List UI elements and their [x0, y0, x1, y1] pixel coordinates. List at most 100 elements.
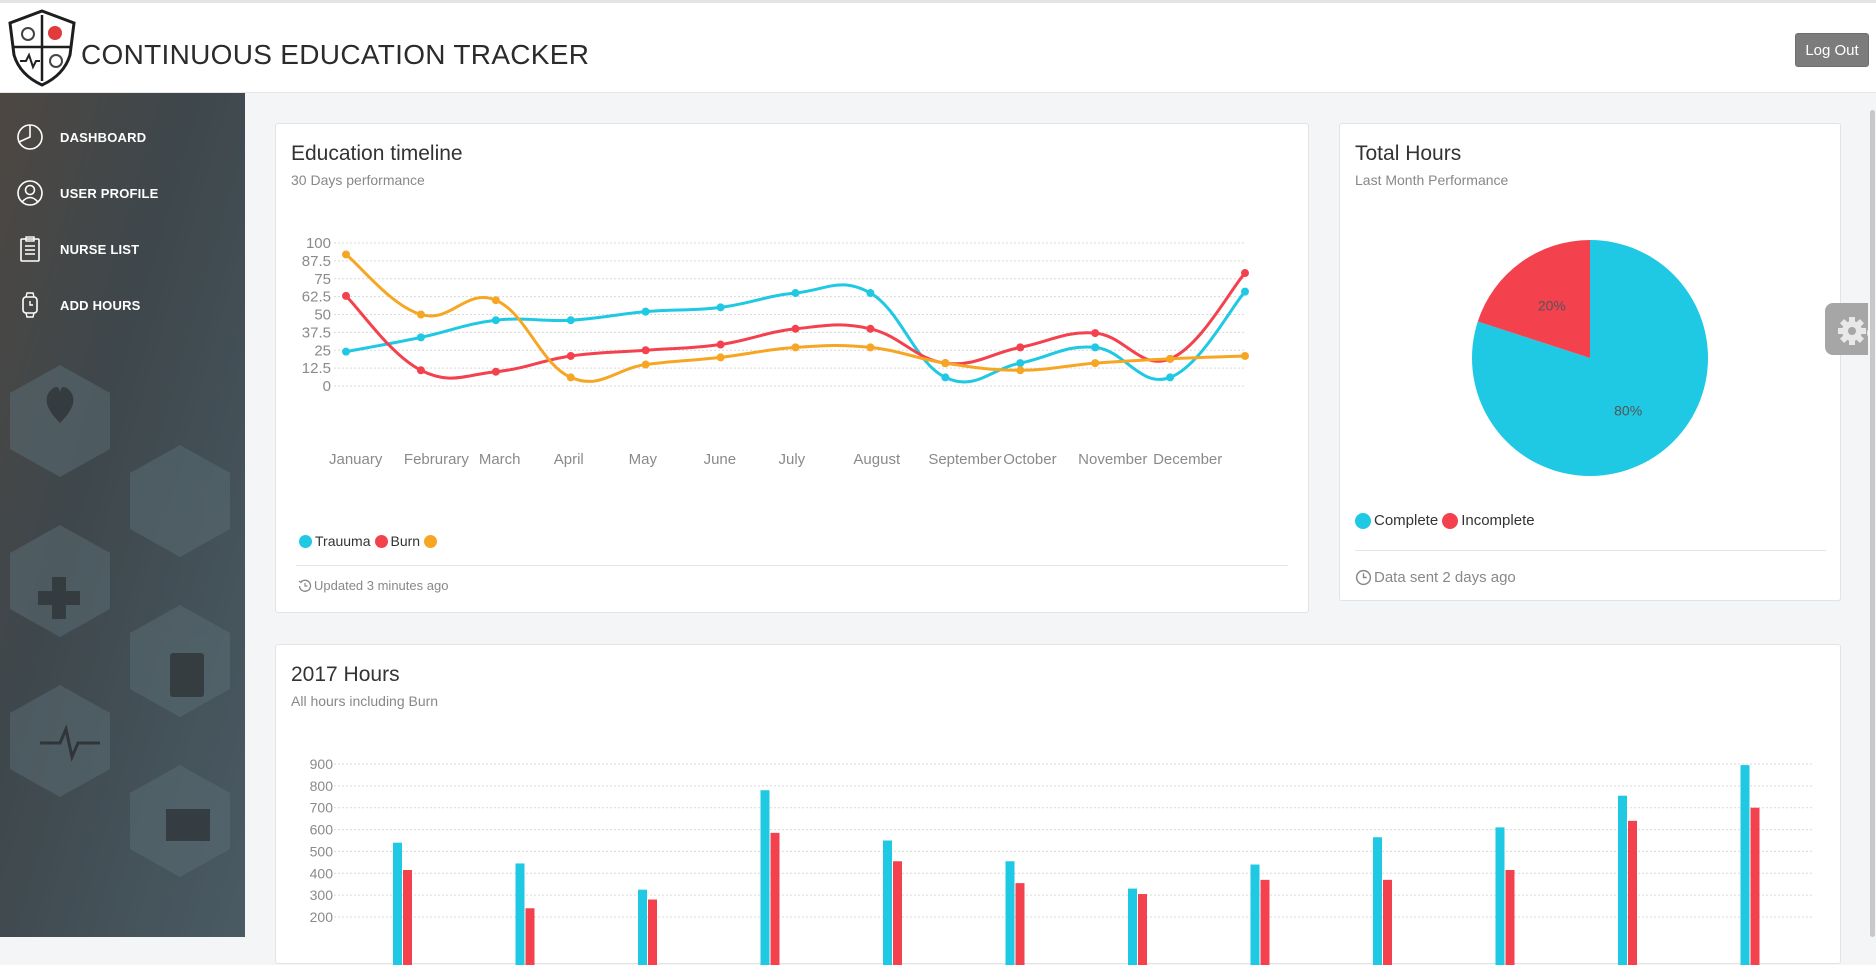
pie-legend: Complete Incomplete	[1355, 512, 1539, 529]
bar[interactable]	[403, 870, 412, 965]
data-point[interactable]	[342, 292, 350, 300]
data-point[interactable]	[1166, 355, 1174, 363]
y-tick-label: 0	[323, 378, 331, 395]
bar[interactable]	[1741, 765, 1750, 965]
data-point[interactable]	[866, 289, 874, 297]
watch-icon	[15, 290, 45, 320]
data-point[interactable]	[567, 352, 575, 360]
hours-2017-bar-chart: 200300400500600700800900	[276, 645, 1842, 965]
bar[interactable]	[1628, 821, 1637, 965]
sidebar-item-label: ADD HOURS	[60, 298, 141, 313]
data-point[interactable]	[1241, 352, 1249, 360]
bar[interactable]	[1751, 808, 1760, 965]
data-point[interactable]	[1016, 343, 1024, 351]
bar[interactable]	[1383, 880, 1392, 965]
y-tick-label: 300	[310, 887, 334, 903]
total-hours-card: Total Hours Last Month Performance 80%20…	[1339, 123, 1841, 601]
x-tick-label: May	[629, 451, 658, 468]
bar[interactable]	[883, 841, 892, 965]
data-point[interactable]	[417, 311, 425, 319]
data-point[interactable]	[1016, 366, 1024, 374]
sidebar-item-user-profile[interactable]: USER PROFILE	[0, 169, 245, 217]
bar[interactable]	[1138, 894, 1147, 965]
bar[interactable]	[1006, 861, 1015, 965]
bar[interactable]	[1251, 865, 1260, 965]
data-point[interactable]	[417, 333, 425, 341]
legend-label: Burn	[391, 533, 421, 549]
data-point[interactable]	[567, 373, 575, 381]
data-point[interactable]	[1166, 373, 1174, 381]
slice-label: 20%	[1538, 297, 1566, 313]
bar[interactable]	[393, 843, 402, 965]
card-footer: Data sent 2 days ago	[1355, 569, 1516, 586]
y-tick-label: 37.5	[302, 324, 331, 341]
bar[interactable]	[1618, 796, 1627, 965]
logo-shield-icon	[8, 9, 76, 87]
bar[interactable]	[1016, 883, 1025, 965]
y-tick-label: 62.5	[302, 289, 331, 306]
card-footer: Updated 3 minutes ago	[298, 578, 448, 593]
data-point[interactable]	[792, 343, 800, 351]
footer-text: Updated 3 minutes ago	[314, 578, 448, 593]
data-point[interactable]	[792, 325, 800, 333]
bar[interactable]	[1373, 837, 1382, 965]
bar[interactable]	[1506, 870, 1515, 965]
legend-item-trauma: Trauuma	[299, 533, 371, 549]
sidebar-item-add-hours[interactable]: ADD HOURS	[0, 281, 245, 329]
data-point[interactable]	[492, 296, 500, 304]
data-point[interactable]	[1091, 329, 1099, 337]
legend-label: Trauuma	[315, 533, 371, 549]
bar[interactable]	[1261, 880, 1270, 965]
data-point[interactable]	[642, 346, 650, 354]
education-timeline-card: Education timeline 30 Days performance 0…	[275, 123, 1309, 613]
y-tick-label: 12.5	[302, 360, 331, 377]
data-point[interactable]	[417, 366, 425, 374]
bar[interactable]	[893, 861, 902, 965]
data-point[interactable]	[1091, 359, 1099, 367]
data-point[interactable]	[492, 368, 500, 376]
data-point[interactable]	[492, 316, 500, 324]
scrollbar-thumb[interactable]	[1870, 110, 1875, 937]
data-point[interactable]	[642, 361, 650, 369]
legend-label: Complete	[1374, 512, 1438, 529]
data-point[interactable]	[941, 359, 949, 367]
sidebar-item-label: NURSE LIST	[60, 242, 139, 257]
bar[interactable]	[1128, 889, 1137, 965]
bar[interactable]	[516, 863, 525, 965]
data-point[interactable]	[717, 353, 725, 361]
data-point[interactable]	[342, 348, 350, 356]
logout-button[interactable]: Log Out	[1795, 33, 1869, 67]
legend-dot	[424, 535, 437, 548]
data-point[interactable]	[1241, 288, 1249, 296]
y-tick-label: 400	[310, 865, 334, 881]
data-point[interactable]	[866, 325, 874, 333]
data-point[interactable]	[642, 308, 650, 316]
data-point[interactable]	[941, 373, 949, 381]
education-timeline-chart: 012.52537.55062.57587.5100JanuaryFebrura…	[276, 124, 1310, 544]
bar[interactable]	[1496, 827, 1505, 965]
data-point[interactable]	[866, 343, 874, 351]
data-point[interactable]	[792, 289, 800, 297]
top-bar: CONTINUOUS EDUCATION TRACKER Log Out	[0, 0, 1876, 93]
data-point[interactable]	[567, 316, 575, 324]
footer-text: Data sent 2 days ago	[1374, 569, 1516, 586]
history-icon	[298, 579, 312, 593]
hours-2017-card: 2017 Hours All hours including Burn 2003…	[275, 644, 1841, 964]
data-point[interactable]	[717, 341, 725, 349]
x-tick-label: Februrary	[404, 451, 470, 468]
bar[interactable]	[761, 790, 770, 965]
data-point[interactable]	[1091, 343, 1099, 351]
bar[interactable]	[638, 890, 647, 965]
sidebar-item-nurse-list[interactable]: NURSE LIST	[0, 225, 245, 273]
x-tick-label: April	[554, 451, 584, 468]
bar[interactable]	[771, 833, 780, 965]
legend-item-incomplete: Incomplete	[1442, 512, 1534, 529]
data-point[interactable]	[342, 250, 350, 258]
sidebar-item-dashboard[interactable]: DASHBOARD	[0, 113, 245, 161]
bar[interactable]	[648, 900, 657, 965]
legend-dot	[375, 535, 388, 548]
data-point[interactable]	[717, 303, 725, 311]
data-point[interactable]	[1241, 269, 1249, 277]
y-tick-label: 100	[306, 235, 331, 252]
data-point[interactable]	[1016, 359, 1024, 367]
